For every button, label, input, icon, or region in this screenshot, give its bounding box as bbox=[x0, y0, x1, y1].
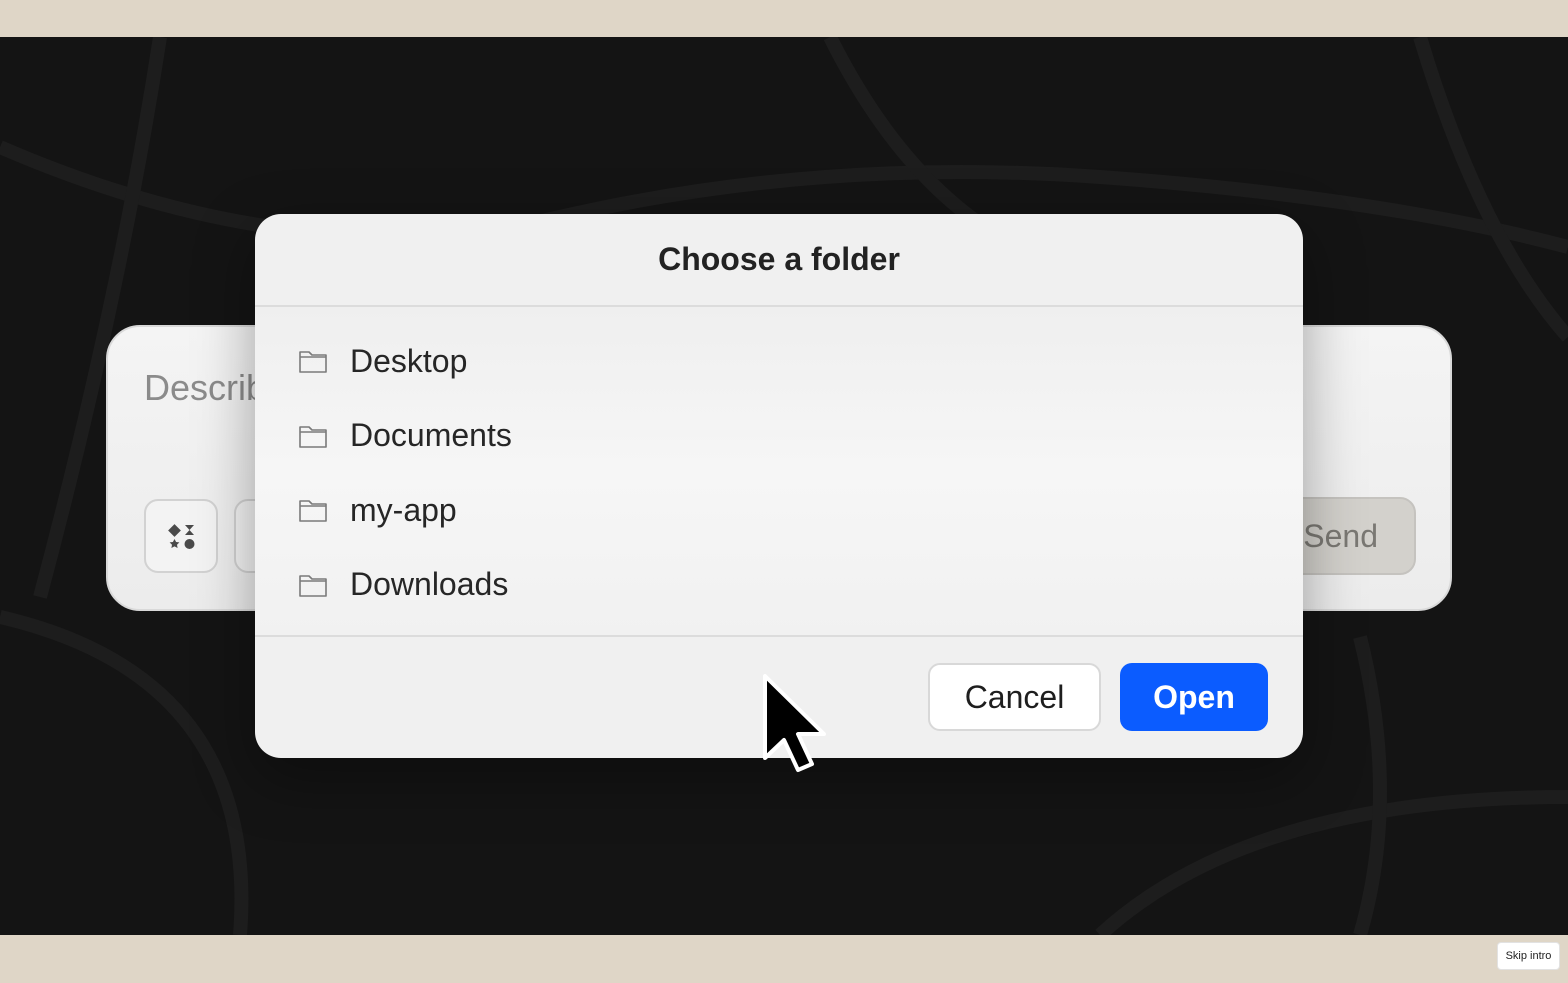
skip-intro-button[interactable]: Skip intro bbox=[1497, 942, 1560, 970]
mouse-pointer-icon bbox=[763, 674, 826, 772]
folder-icon bbox=[299, 425, 327, 448]
dialog-header: Choose a folder bbox=[255, 214, 1303, 307]
folder-item-documents[interactable]: Documents bbox=[255, 399, 1303, 474]
folder-icon bbox=[299, 574, 327, 597]
folder-name: Downloads bbox=[350, 566, 509, 603]
folder-name: Documents bbox=[350, 417, 512, 454]
folder-icon bbox=[299, 351, 327, 374]
prompt-input-placeholder[interactable]: Describ bbox=[144, 367, 266, 409]
open-button[interactable]: Open bbox=[1120, 663, 1268, 731]
folder-list: Desktop Documents my-app Downloads bbox=[255, 307, 1303, 637]
folder-item-desktop[interactable]: Desktop bbox=[255, 324, 1303, 399]
stage: Describ Send Choose a folder Desktop Doc… bbox=[0, 37, 1568, 935]
folder-item-my-app[interactable]: my-app bbox=[255, 473, 1303, 548]
folder-icon bbox=[299, 500, 327, 523]
dialog-title: Choose a folder bbox=[658, 241, 900, 277]
tools-button[interactable] bbox=[144, 499, 218, 573]
folder-item-downloads[interactable]: Downloads bbox=[255, 548, 1303, 623]
cancel-button[interactable]: Cancel bbox=[928, 663, 1101, 731]
folder-name: my-app bbox=[350, 491, 457, 528]
folder-name: Desktop bbox=[350, 342, 468, 379]
shapes-icon bbox=[168, 524, 195, 549]
